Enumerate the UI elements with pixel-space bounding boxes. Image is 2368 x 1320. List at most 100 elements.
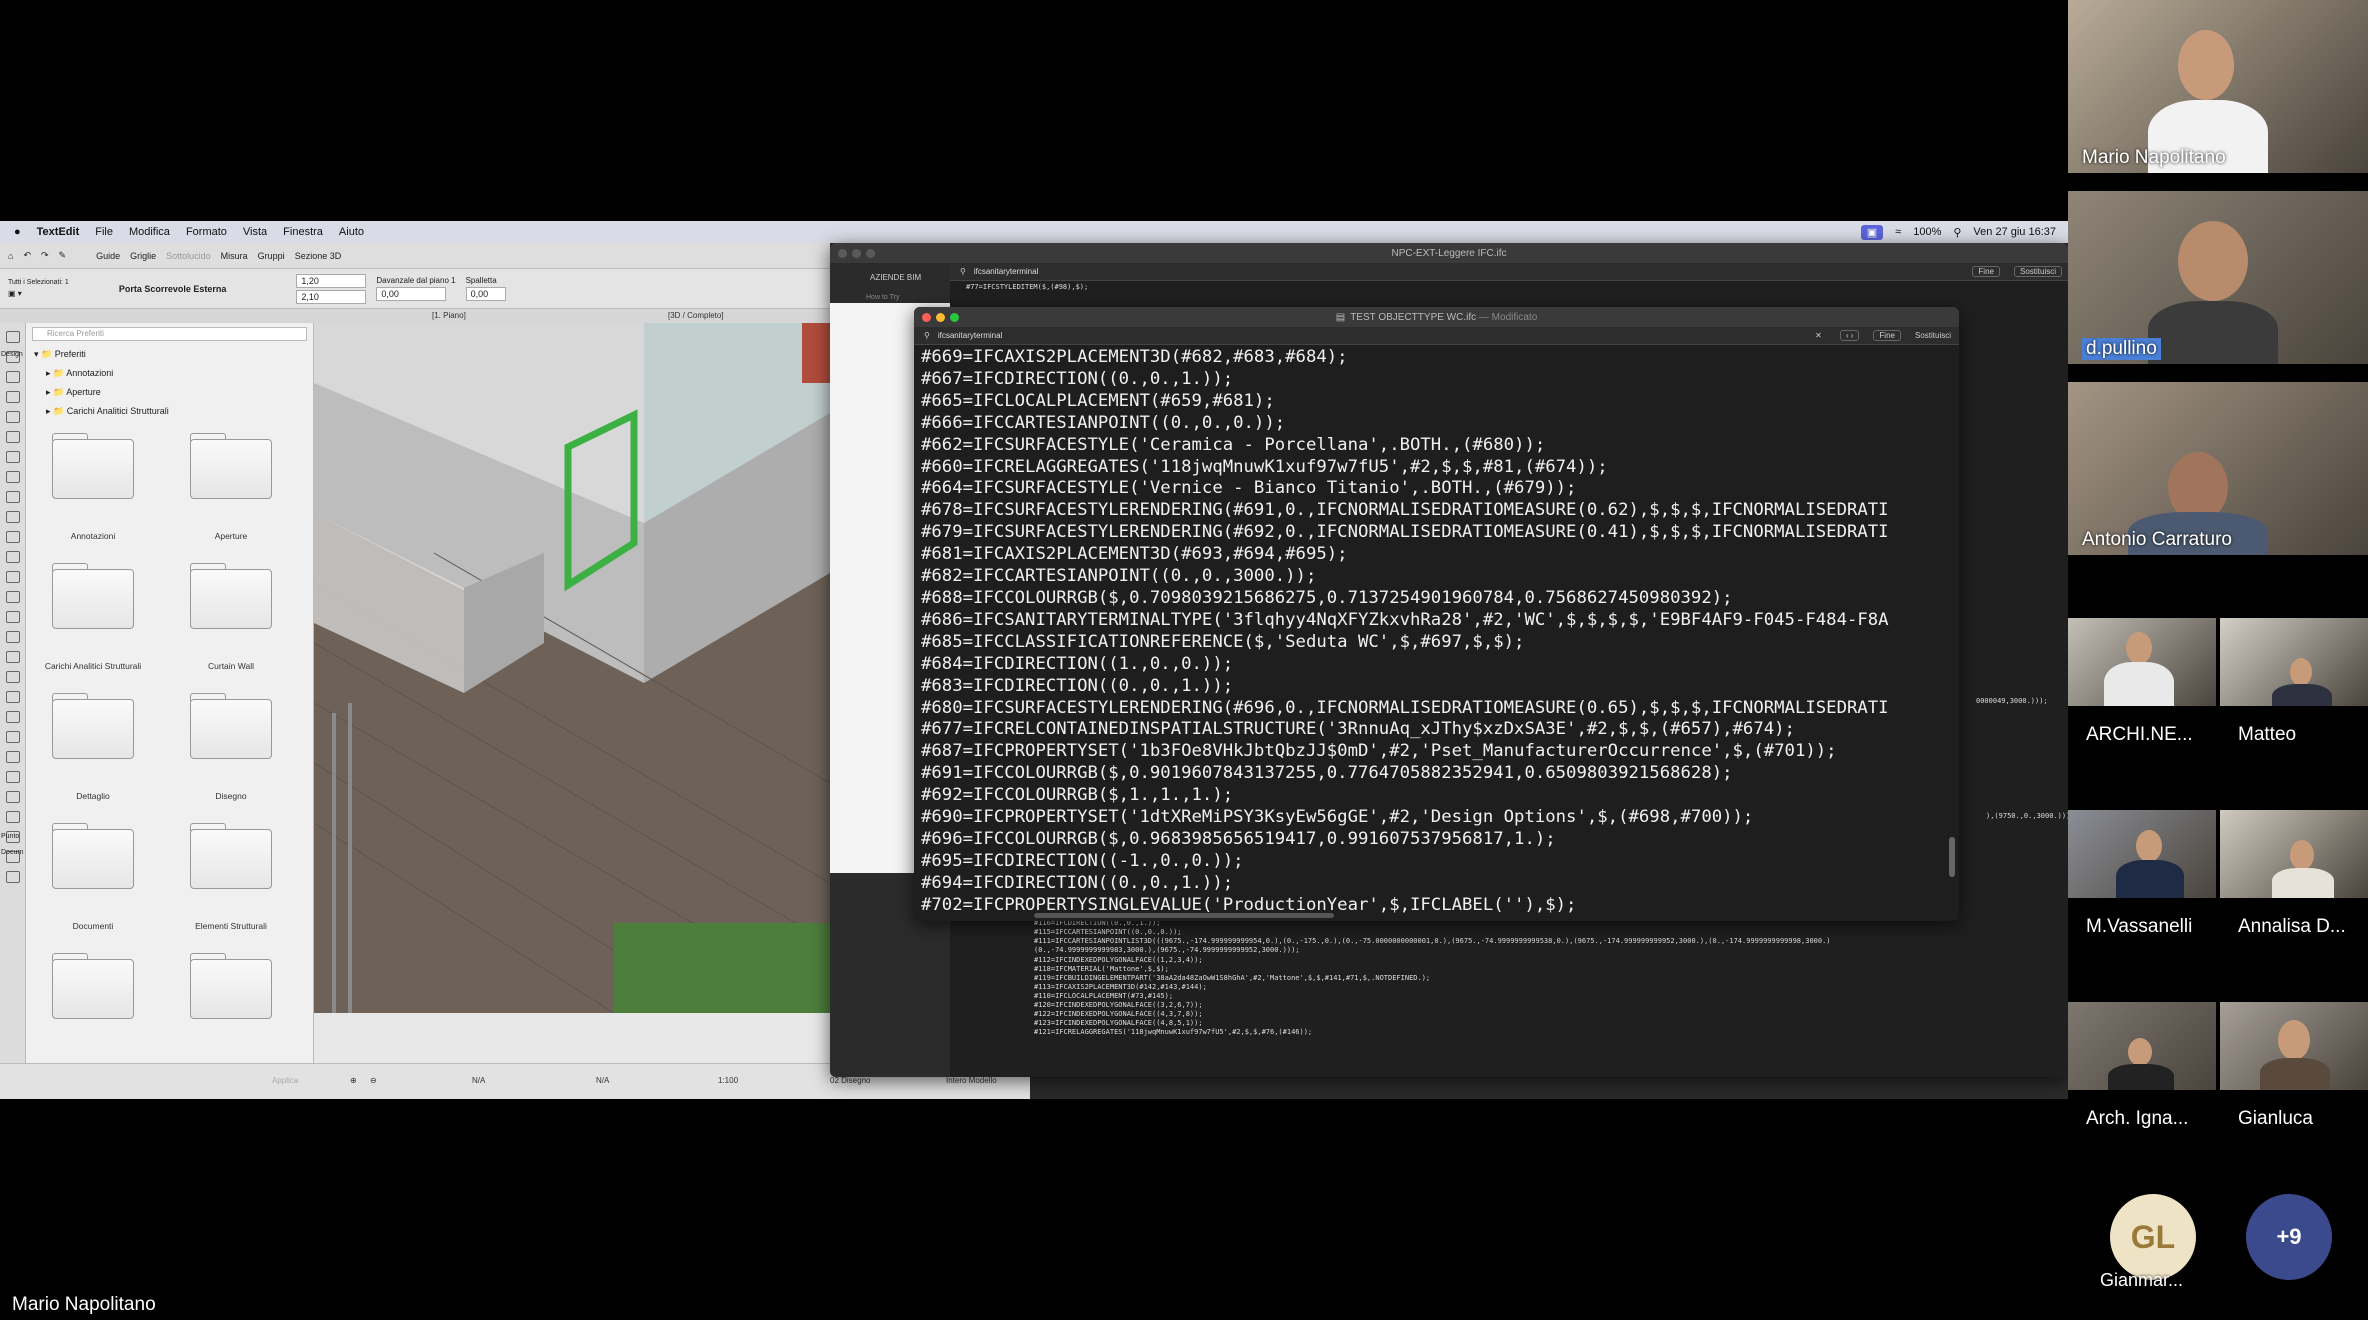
participant-tile[interactable] — [2220, 810, 2368, 898]
tree-item-preferiti[interactable]: ▾ 📁 Preferiti — [34, 345, 313, 364]
dimension-tool-icon[interactable] — [5, 711, 20, 723]
folder-item[interactable]: Aperture — [176, 433, 286, 559]
folder-item[interactable]: Carichi Analitici Strutturali — [38, 563, 148, 689]
folder-item[interactable] — [176, 953, 286, 1029]
folder-item[interactable]: Curtain Wall — [176, 563, 286, 689]
stair-tool-icon[interactable] — [5, 511, 20, 523]
zone-tool-icon[interactable] — [5, 571, 20, 583]
participant-tile[interactable]: Mario Napolitano — [2068, 0, 2368, 173]
guide-button[interactable]: Guide — [96, 251, 120, 261]
skylight-tool-icon[interactable] — [5, 691, 20, 703]
folder-item[interactable]: Elementi Strutturali — [176, 823, 286, 949]
menu-app-name[interactable]: TextEdit — [37, 226, 80, 238]
menu-vista[interactable]: Vista — [243, 226, 267, 238]
back-find-input[interactable]: ifcsanitaryterminal — [974, 267, 1965, 276]
sidebar-item-aziende[interactable]: AZIENDE BIM — [870, 273, 950, 282]
main-replace-toggle[interactable]: Sostituisci — [1915, 331, 1951, 340]
sidebar-how-to[interactable]: How to Try — [866, 294, 950, 301]
back-replace-button[interactable]: Sostituisci — [2013, 266, 2062, 277]
menu-modifica[interactable]: Modifica — [129, 226, 170, 238]
reveal-field[interactable]: 0,00 — [465, 287, 506, 301]
menu-aiuto[interactable]: Aiuto — [339, 226, 364, 238]
mesh-tool-icon[interactable] — [5, 631, 20, 643]
arc-tool-icon[interactable] — [5, 811, 20, 823]
griglie-button[interactable]: Griglie — [130, 251, 156, 261]
clock-label[interactable]: Ven 27 giu 16:37 — [1973, 226, 2056, 238]
participant-tile[interactable] — [2068, 618, 2216, 706]
sill-field[interactable]: 0,00 — [376, 287, 447, 301]
layout-selector[interactable]: 02 Disegno — [830, 1076, 870, 1085]
text-tool-icon[interactable] — [5, 731, 20, 743]
minimize-icon[interactable] — [936, 313, 945, 322]
tree-item-aperture[interactable]: ▸ 📁 Aperture — [34, 383, 313, 402]
object-tool-icon[interactable] — [5, 591, 20, 603]
apple-icon[interactable]: ● — [14, 226, 21, 238]
video-share-icon[interactable]: ▣ — [1860, 224, 1884, 240]
prev-match-button[interactable]: ‹ › — [1839, 330, 1860, 341]
apply-button[interactable]: Applica — [272, 1076, 298, 1085]
back-find-done[interactable]: Fine — [1972, 266, 2000, 277]
undo-icon[interactable]: ↶ — [23, 250, 31, 261]
wifi-icon[interactable]: ≈ — [1895, 226, 1901, 238]
participant-tile[interactable] — [2220, 1002, 2368, 1090]
participant-tile[interactable] — [2068, 810, 2216, 898]
label-tool-icon[interactable] — [5, 751, 20, 763]
curtain-wall-tool-icon[interactable] — [5, 551, 20, 563]
scale-selector[interactable]: 1:100 — [718, 1076, 738, 1085]
participant-tile[interactable] — [2068, 1002, 2216, 1090]
pencil-icon[interactable]: ✎ — [59, 250, 67, 261]
scrollbar[interactable] — [1949, 837, 1955, 877]
sottolucido-button[interactable]: Sottolucido — [166, 251, 211, 261]
wall-tool-icon[interactable] — [5, 371, 20, 383]
hscrollbar[interactable] — [1034, 913, 1334, 918]
window-tool-icon[interactable] — [5, 411, 20, 423]
slab-tool-icon[interactable] — [5, 471, 20, 483]
door-tool-icon[interactable] — [5, 391, 20, 403]
lamp-tool-icon[interactable] — [5, 611, 20, 623]
arrow-tool-icon[interactable] — [5, 331, 20, 343]
figure-tool-icon[interactable] — [5, 871, 20, 883]
zoom-in-icon[interactable]: ⊕ — [350, 1076, 357, 1085]
zoom-out-icon[interactable]: ⊖ — [370, 1076, 377, 1085]
fill-tool-icon[interactable] — [5, 771, 20, 783]
more-participants-button[interactable]: +9 — [2246, 1194, 2332, 1280]
gruppi-button[interactable]: Gruppi — [258, 251, 285, 261]
layer-selector[interactable]: ▣ ▾ — [8, 289, 69, 298]
folder-item[interactable] — [38, 953, 148, 1029]
folder-item[interactable]: Disegno — [176, 693, 286, 819]
tree-item-carichi[interactable]: ▸ 📁 Carichi Analitici Strutturali — [34, 402, 313, 421]
roof-tool-icon[interactable] — [5, 491, 20, 503]
search-icon[interactable]: ⚲ — [1953, 226, 1961, 239]
redo-icon[interactable]: ↷ — [41, 250, 49, 261]
misura-button[interactable]: Misura — [221, 251, 248, 261]
home-icon[interactable]: ⌂ — [8, 251, 13, 261]
shell-tool-icon[interactable] — [5, 671, 20, 683]
folder-item[interactable]: Annotazioni — [38, 433, 148, 559]
clear-icon[interactable]: ✕ — [1815, 331, 1822, 340]
main-code-area[interactable]: #669=IFCAXIS2PLACEMENT3D(#682,#683,#684)… — [914, 345, 1959, 915]
width-field[interactable]: 1,20 — [296, 273, 367, 288]
morph-tool-icon[interactable] — [5, 651, 20, 663]
folder-item[interactable]: Documenti — [38, 823, 148, 949]
main-find-input[interactable]: ifcsanitaryterminal — [938, 331, 1807, 340]
height-field[interactable]: 2,10 — [296, 289, 367, 304]
textedit-window-main[interactable]: ▤ TEST OBJECTTYPE WC.ifc — Modificato ⚲ … — [914, 307, 1959, 921]
menu-finestra[interactable]: Finestra — [283, 226, 323, 238]
participant-tile[interactable] — [2220, 618, 2368, 706]
tab-plan[interactable]: [1. Piano] — [432, 311, 466, 320]
menu-file[interactable]: File — [95, 226, 113, 238]
favorites-search[interactable]: Ricerca Preferiti — [32, 327, 307, 341]
close-icon[interactable] — [922, 313, 931, 322]
zoom-icon[interactable] — [950, 313, 959, 322]
participant-tile[interactable]: Antonio Carraturo — [2068, 382, 2368, 555]
folder-item[interactable]: Dettaglio — [38, 693, 148, 819]
beam-tool-icon[interactable] — [5, 451, 20, 463]
3d-viewport[interactable] — [314, 323, 830, 1013]
tab-3d[interactable]: [3D / Completo] — [668, 311, 724, 320]
tree-item-annotazioni[interactable]: ▸ 📁 Annotazioni — [34, 364, 313, 383]
line-tool-icon[interactable] — [5, 791, 20, 803]
main-find-done[interactable]: Fine — [1873, 330, 1901, 341]
participant-tile[interactable]: d.pullino — [2068, 191, 2368, 364]
railing-tool-icon[interactable] — [5, 531, 20, 543]
column-tool-icon[interactable] — [5, 431, 20, 443]
